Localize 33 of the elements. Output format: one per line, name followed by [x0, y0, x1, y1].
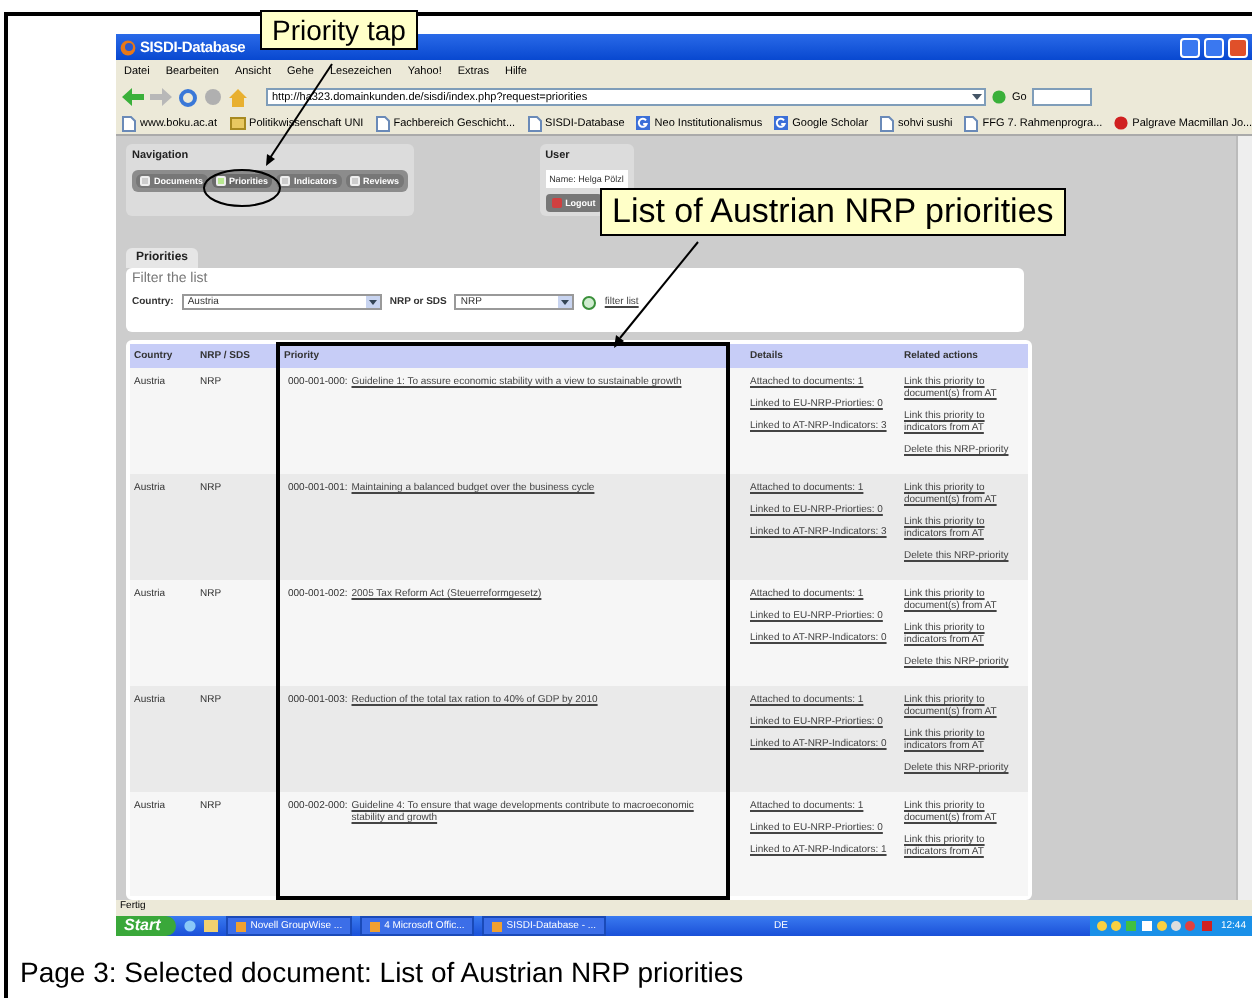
folder-icon	[229, 116, 246, 130]
maximize-button[interactable]	[1204, 37, 1224, 57]
page-icon	[527, 115, 542, 131]
page-icon	[375, 115, 390, 131]
app-icon	[370, 921, 381, 931]
callout-label: List of Austrian NRP priorities	[600, 188, 1066, 236]
quick-launch-icon[interactable]	[184, 920, 197, 932]
callout-label: Priority tap	[260, 10, 418, 50]
page-icon	[880, 115, 895, 131]
logout-icon	[551, 198, 562, 208]
circle-logo-icon	[1114, 116, 1129, 130]
reload-icon[interactable]	[178, 87, 198, 107]
go-icon[interactable]	[992, 90, 1006, 104]
page-icon	[964, 115, 979, 131]
figure-caption: Page 3: Selected document: List of Austrian NRP priorities	[20, 956, 746, 988]
dropdown-icon[interactable]	[558, 296, 573, 309]
page-icon	[122, 115, 136, 131]
folder-icon[interactable]	[204, 920, 219, 932]
close-button[interactable]	[1228, 37, 1248, 57]
tray-icons-drawing	[1096, 920, 1217, 932]
dropdown-icon[interactable]	[970, 90, 984, 104]
back-arrow-icon[interactable]	[122, 88, 144, 106]
search-logo-icon	[636, 116, 651, 130]
minimize-button[interactable]	[1180, 37, 1200, 57]
dropdown-icon[interactable]	[365, 296, 380, 309]
highlight-ellipse	[203, 169, 281, 207]
filter-icon[interactable]	[582, 295, 597, 310]
search-logo-icon	[774, 116, 789, 130]
scrollbar[interactable]	[1236, 136, 1252, 900]
search-field[interactable]	[1032, 88, 1093, 106]
app-icon	[236, 921, 247, 931]
browser-logo-icon	[120, 39, 136, 55]
app-icon	[492, 921, 503, 931]
